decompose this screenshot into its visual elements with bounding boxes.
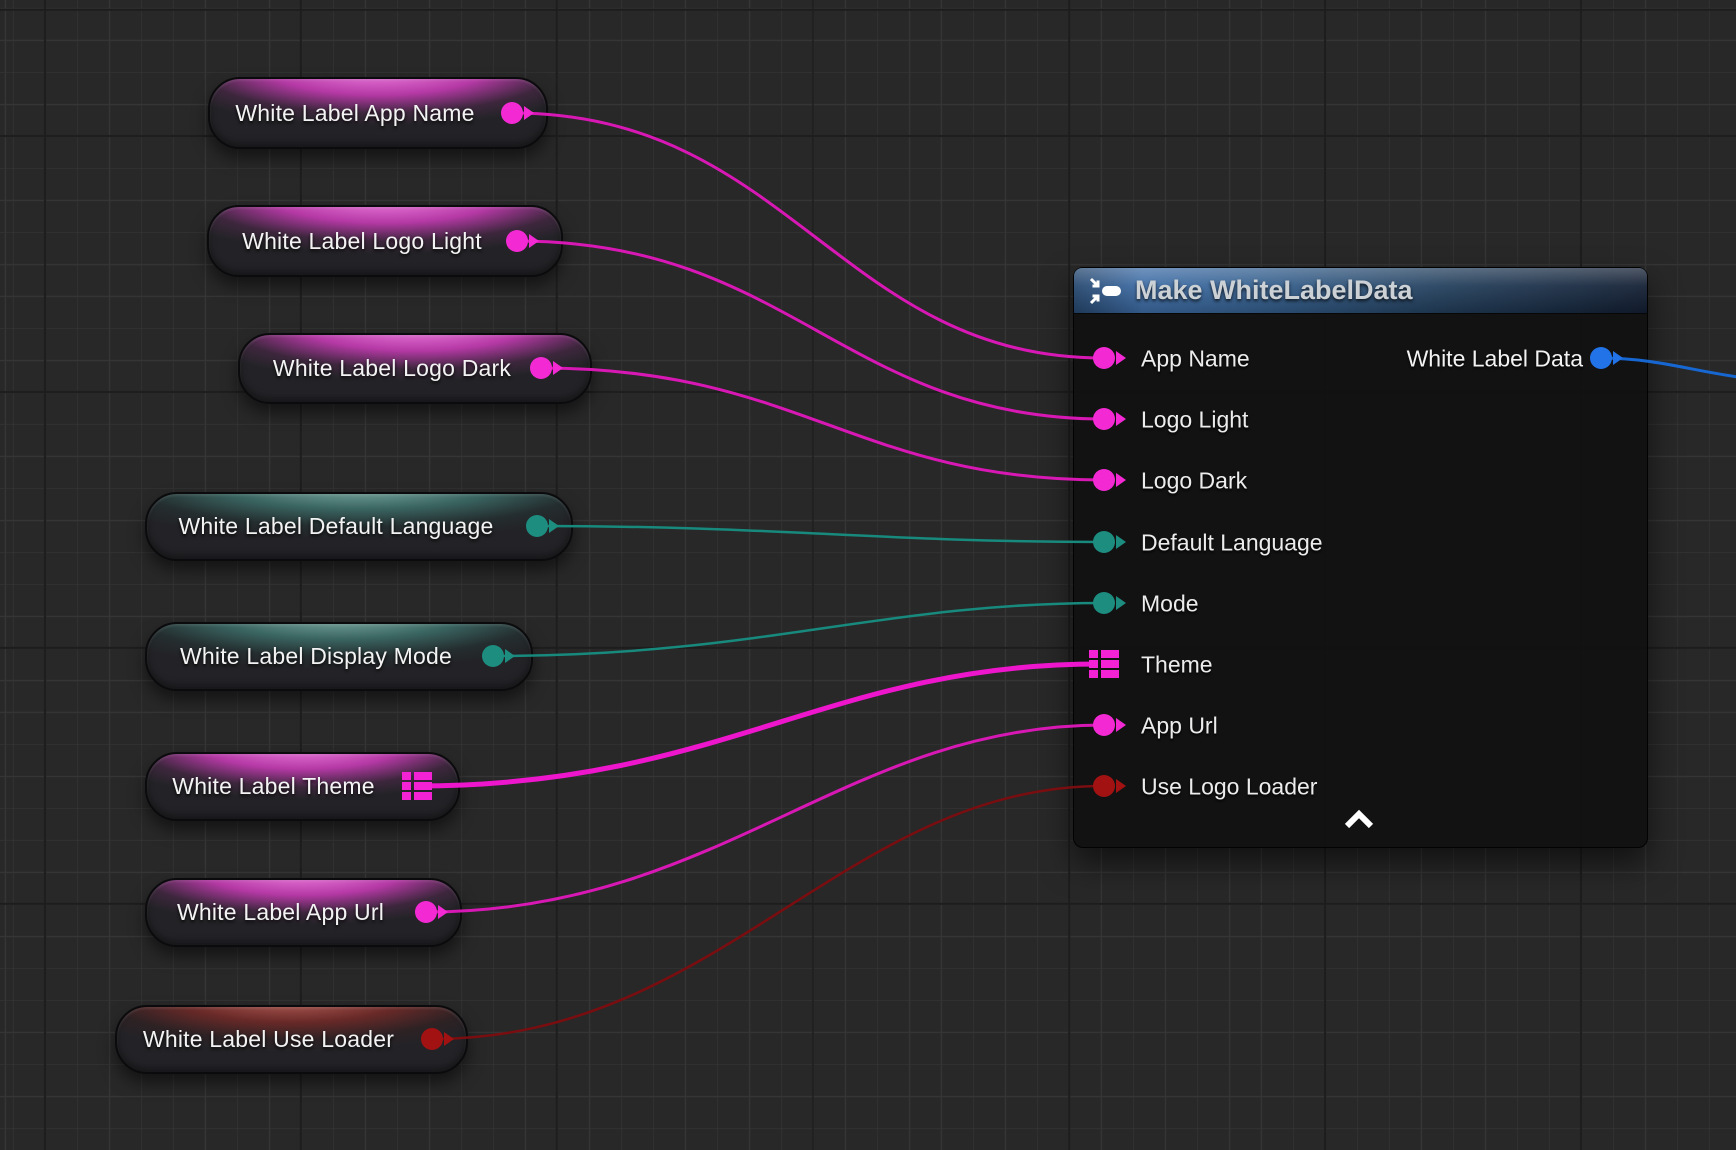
getter-node-white-label-app-name[interactable]: White Label App Name <box>208 77 548 149</box>
pin-out-default-language-enum[interactable] <box>526 515 548 537</box>
pin-label-app-name: App Name <box>1141 346 1250 373</box>
pin-out-app-name-string[interactable] <box>501 102 523 124</box>
pin-out-theme-struct-grid-icon[interactable] <box>401 770 433 802</box>
pin-in-theme-struct-grid-icon[interactable] <box>1088 648 1120 680</box>
pin-label-app-url: App Url <box>1141 713 1218 740</box>
getter-node-white-label-display-mode[interactable]: White Label Display Mode <box>145 622 533 691</box>
getter-node-white-label-default-language[interactable]: White Label Default Language <box>145 492 573 561</box>
getter-label: White Label Display Mode <box>180 643 452 670</box>
pin-in-app-name-string[interactable] <box>1093 347 1115 369</box>
pin-label-mode: Mode <box>1141 591 1199 618</box>
pin-in-mode-enum[interactable] <box>1093 592 1115 614</box>
pin-out-display-mode-enum[interactable] <box>482 645 504 667</box>
getter-label: White Label App Name <box>235 100 474 127</box>
getter-node-white-label-use-loader[interactable]: White Label Use Loader <box>115 1005 468 1074</box>
pin-out-white-label-data-struct[interactable] <box>1590 347 1612 369</box>
pin-label-theme: Theme <box>1141 652 1213 679</box>
blueprint-graph-canvas[interactable]: White Label App Name White Label Logo Li… <box>0 0 1736 1150</box>
getter-label: White Label Theme <box>172 773 374 800</box>
pin-label-logo-light: Logo Light <box>1141 407 1248 434</box>
getter-label: White Label Logo Light <box>242 228 482 255</box>
make-node-title: Make WhiteLabelData <box>1135 275 1413 306</box>
pin-label-default-language: Default Language <box>1141 530 1323 557</box>
getter-label: White Label Logo Dark <box>273 355 511 382</box>
getter-label: White Label Default Language <box>178 513 493 540</box>
pin-label-logo-dark: Logo Dark <box>1141 468 1247 495</box>
collapse-node-button[interactable] <box>1343 809 1375 831</box>
pin-in-logo-light-string[interactable] <box>1093 408 1115 430</box>
make-node-header[interactable]: Make WhiteLabelData <box>1074 268 1647 314</box>
pin-in-app-url-string[interactable] <box>1093 714 1115 736</box>
pin-out-logo-dark-string[interactable] <box>530 357 552 379</box>
pin-in-logo-dark-string[interactable] <box>1093 469 1115 491</box>
pin-in-use-logo-loader-bool[interactable] <box>1093 775 1115 797</box>
pin-label-use-logo-loader: Use Logo Loader <box>1141 774 1317 801</box>
pin-out-app-url-string[interactable] <box>415 901 437 923</box>
pin-out-logo-light-string[interactable] <box>506 230 528 252</box>
getter-label: White Label App Url <box>177 899 384 926</box>
pin-in-default-language-enum[interactable] <box>1093 531 1115 553</box>
pin-label-white-label-data: White Label Data <box>1407 346 1583 373</box>
make-whitelabeldata-node[interactable]: Make WhiteLabelData App Name White Label… <box>1073 267 1648 848</box>
getter-label: White Label Use Loader <box>143 1026 394 1053</box>
make-struct-icon <box>1087 275 1123 307</box>
pin-out-use-loader-bool[interactable] <box>421 1028 443 1050</box>
